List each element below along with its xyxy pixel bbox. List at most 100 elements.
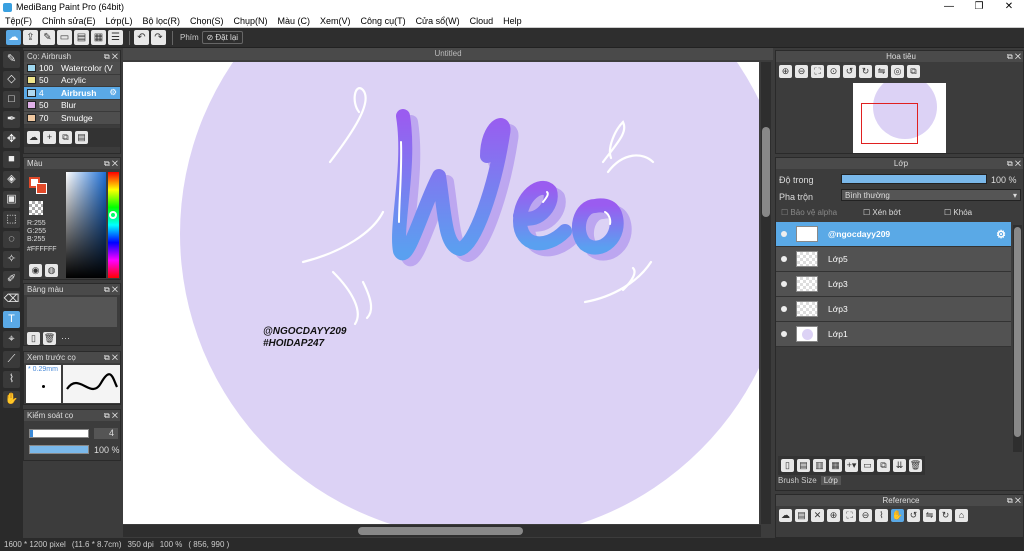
reset-button[interactable]: ⊘ Đặt lại <box>201 31 244 44</box>
brush-tool-icon[interactable]: ✎ <box>3 51 20 68</box>
lock-checkbox[interactable]: ☐ Khóa <box>944 208 972 217</box>
move-tool-icon[interactable]: ✥ <box>3 131 20 148</box>
menu-filter[interactable]: Bộ lọc(R) <box>137 16 185 26</box>
grid-icon[interactable]: ▦ <box>91 30 106 45</box>
gear-icon[interactable]: ⚙ <box>109 87 117 98</box>
bucket-tool-icon[interactable]: ◈ <box>3 171 20 188</box>
redo-icon[interactable]: ↷ <box>151 30 166 45</box>
eyedropper-icon[interactable]: ⌇ <box>3 371 20 388</box>
close-button[interactable]: ✕ <box>994 0 1024 14</box>
add-layer-dropdown-icon[interactable]: +▾ <box>845 459 858 472</box>
new-palette-icon[interactable]: ▯ <box>27 332 40 345</box>
tab-layer[interactable]: Lớp <box>820 476 841 485</box>
navigator-thumbnail[interactable] <box>853 83 946 153</box>
brush-item[interactable]: 100 Watercolor (V <box>24 62 120 75</box>
zoom-in-icon[interactable]: ⊕ <box>827 509 840 522</box>
layer-item[interactable]: Lớp1 <box>776 322 1011 347</box>
hue-slider[interactable] <box>108 172 119 278</box>
folder-icon[interactable]: ▭ <box>861 459 874 472</box>
upload-icon[interactable]: ⇪ <box>23 30 38 45</box>
dot-tool-icon[interactable]: □ <box>3 91 20 108</box>
clipping-checkbox[interactable]: ☐ Xén bớt <box>863 208 901 217</box>
close-icon[interactable]: ✕ <box>811 509 824 522</box>
cloud-icon[interactable]: ☁ <box>6 30 21 45</box>
layer-item[interactable]: Lớp5 <box>776 247 1011 272</box>
gradient-tool-icon[interactable]: ▣ <box>3 191 20 208</box>
eraser-tool-icon[interactable]: ◇ <box>3 71 20 88</box>
menu-view[interactable]: Xem(V) <box>315 16 356 26</box>
hand-icon[interactable]: ✋ <box>891 509 904 522</box>
panel-controls[interactable]: ⧉ ✕ <box>104 158 118 169</box>
panel-controls[interactable]: ⧉ ✕ <box>1007 51 1021 62</box>
operation-tool-icon[interactable]: ⌖ <box>3 331 20 348</box>
maximize-button[interactable]: ❐ <box>964 0 994 14</box>
cloud-icon[interactable]: ☁ <box>779 509 792 522</box>
fill-shape-icon[interactable]: ■ <box>3 151 20 168</box>
fit-icon[interactable]: ⛶ <box>811 65 824 78</box>
color-wheel-icon[interactable]: ◍ <box>45 264 58 277</box>
new-1bit-layer-icon[interactable]: ▦ <box>829 459 842 472</box>
lasso-tool-icon[interactable]: ◌ <box>3 231 20 248</box>
brush-size-slider[interactable] <box>29 429 89 438</box>
comment-icon[interactable]: ✎ <box>40 30 55 45</box>
panel-controls[interactable]: ⧉ ✕ <box>1007 495 1021 506</box>
brush-size-value[interactable]: 4 <box>94 428 118 439</box>
flip-icon[interactable]: ⇋ <box>923 509 936 522</box>
menu-window[interactable]: Cửa sổ(W) <box>411 16 465 26</box>
reset-view-icon[interactable]: ◎ <box>891 65 904 78</box>
brush-item-selected[interactable]: 4 Airbrush ⚙ <box>24 87 120 100</box>
pen-tool-icon[interactable]: ✒ <box>3 111 20 128</box>
zoom-in-icon[interactable]: ⊕ <box>779 65 792 78</box>
rotate-left-icon[interactable]: ↺ <box>907 509 920 522</box>
copy-brush-icon[interactable]: ⧉ <box>59 130 72 144</box>
select-pen-icon[interactable]: ✐ <box>3 271 20 288</box>
zoom-out-icon[interactable]: ⊖ <box>795 65 808 78</box>
select-eraser-icon[interactable]: ⌫ <box>3 291 20 308</box>
background-color[interactable] <box>36 183 47 194</box>
layer-item[interactable]: Lớp3 <box>776 272 1011 297</box>
eye-icon[interactable] <box>781 256 787 262</box>
horizontal-scrollbar[interactable] <box>123 525 761 537</box>
share-icon[interactable]: ⧉ <box>907 65 920 78</box>
palette-icon[interactable]: ◉ <box>29 264 42 277</box>
select-tool-icon[interactable]: ⬚ <box>3 211 20 228</box>
hand-tool-icon[interactable]: ✋ <box>3 391 20 408</box>
menu-color[interactable]: Màu (C) <box>273 16 316 26</box>
new-8bit-layer-icon[interactable]: ▥ <box>813 459 826 472</box>
open-image-icon[interactable]: ▤ <box>795 509 808 522</box>
menu-edit[interactable]: Chỉnh sửa(E) <box>37 16 101 26</box>
gear-icon[interactable]: ⚙ <box>996 228 1006 241</box>
rotate-left-icon[interactable]: ↺ <box>843 65 856 78</box>
brush-item[interactable]: 50 Acrylic <box>24 74 120 87</box>
menu-tools[interactable]: Công cụ(T) <box>356 16 411 26</box>
layer-item-selected[interactable]: @ngocdayy209 ⚙ <box>776 222 1011 247</box>
zoom-out-icon[interactable]: ⊖ <box>859 509 872 522</box>
divide-tool-icon[interactable]: ⟋ <box>3 351 20 368</box>
layer-scrollbar[interactable] <box>1013 225 1022 452</box>
page-icon[interactable]: ▤ <box>74 30 89 45</box>
more-options[interactable]: ··· <box>59 332 72 345</box>
panel-controls[interactable]: ⧉ ✕ <box>104 410 118 421</box>
canvas-tab[interactable]: Untitled <box>123 48 773 60</box>
eyedropper-icon[interactable]: ⌇ <box>875 509 888 522</box>
panel-controls[interactable]: ⧉ ✕ <box>104 284 118 295</box>
eye-icon[interactable] <box>781 231 787 237</box>
magic-wand-icon[interactable]: ✧ <box>3 251 20 268</box>
chat-icon[interactable]: ▭ <box>57 30 72 45</box>
layer-item[interactable]: Lớp3 <box>776 297 1011 322</box>
brush-opacity-slider[interactable] <box>29 445 89 454</box>
undo-icon[interactable]: ↶ <box>134 30 149 45</box>
palette-area[interactable] <box>27 297 117 327</box>
list-icon[interactable]: ☰ <box>108 30 123 45</box>
delete-layer-icon[interactable]: 🗑 <box>909 459 922 472</box>
menu-cloud[interactable]: Cloud <box>465 16 499 26</box>
lock-icon[interactable]: ⌂ <box>955 509 968 522</box>
hue-handle[interactable] <box>109 211 117 219</box>
rotate-right-icon[interactable]: ↻ <box>859 65 872 78</box>
menu-snap[interactable]: Chụp(N) <box>229 16 273 26</box>
tab-brush-size[interactable]: Brush Size <box>778 476 817 485</box>
cloud-brush-icon[interactable]: ☁ <box>27 130 40 144</box>
panel-controls[interactable]: ⧉ ✕ <box>104 352 118 363</box>
panel-controls[interactable]: ⧉ ✕ <box>104 51 118 62</box>
merge-layer-icon[interactable]: ⇊ <box>893 459 906 472</box>
